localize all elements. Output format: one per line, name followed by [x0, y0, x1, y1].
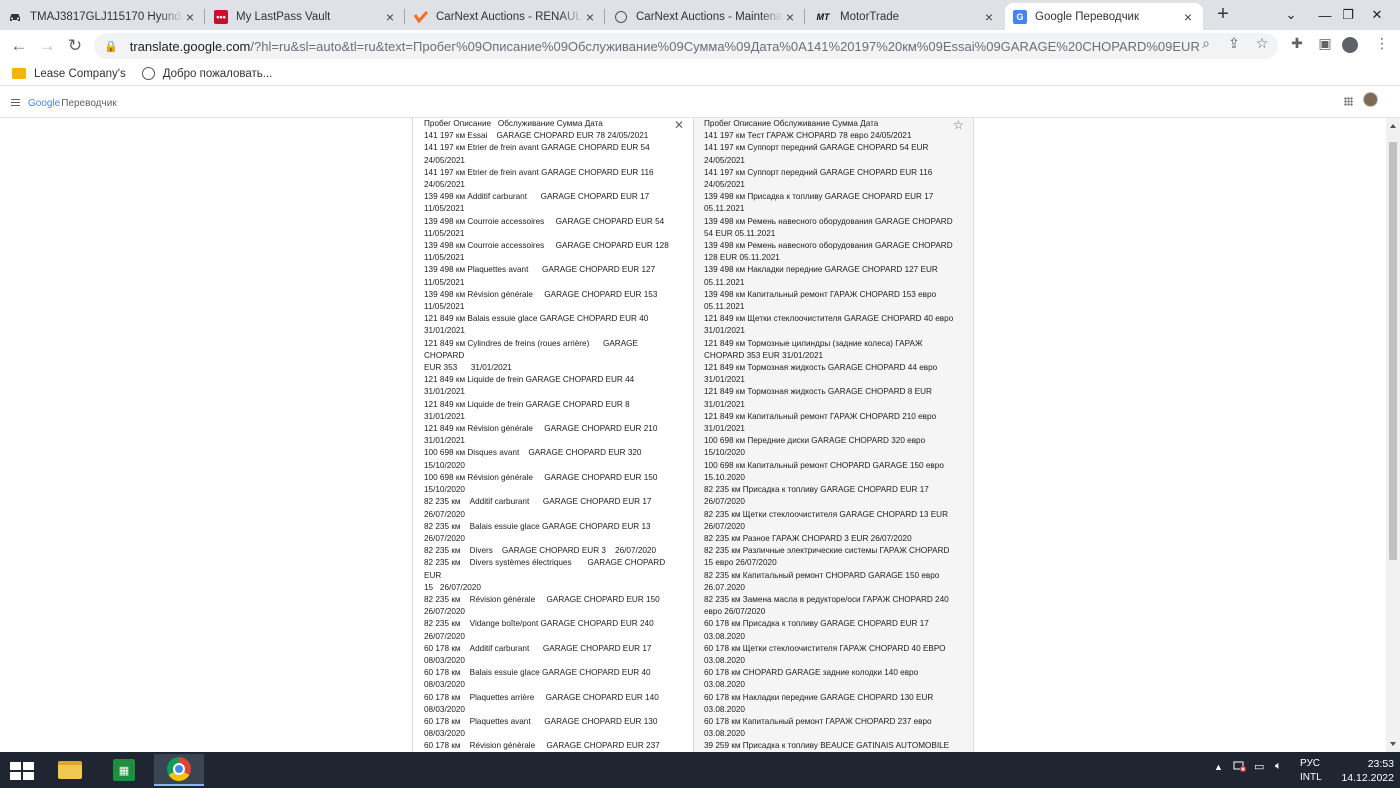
tab-hyundai[interactable]: TMAJ3817GLJ115170 Hyundai Tucson × [0, 3, 205, 30]
menu-kebab-icon[interactable]: ⋮ [1372, 35, 1392, 52]
tab-title: TMAJ3817GLJ115170 Hyundai Tucson [30, 10, 183, 23]
scroll-up-arrow-icon[interactable] [1390, 124, 1396, 128]
extensions-icon[interactable]: ✚ [1287, 35, 1307, 52]
taskbar-chrome[interactable] [154, 754, 204, 786]
translate-header: GoogleПереводчик [0, 86, 1400, 118]
source-panel[interactable]: Пробег Описание Обслуживание Сумма Дата … [412, 118, 694, 752]
url-text[interactable]: translate.google.com/?hl=ru&sl=auto&tl=r… [130, 39, 1200, 54]
close-tab-icon[interactable]: × [982, 9, 996, 25]
tab-strip: TMAJ3817GLJ115170 Hyundai Tucson × ••• M… [0, 0, 1400, 30]
tab-lastpass[interactable]: ••• My LastPass Vault × [206, 3, 405, 30]
save-translation-star-icon[interactable]: ☆ [953, 118, 964, 132]
product-name: Переводчик [61, 98, 117, 109]
lock-icon[interactable]: 🔒 [104, 40, 118, 53]
globe-icon [614, 10, 628, 24]
lastpass-icon: ••• [214, 9, 228, 24]
bookmark-lease-company[interactable]: Lease Company's [12, 68, 126, 80]
globe-icon [141, 67, 155, 80]
close-tab-icon[interactable]: × [1181, 9, 1195, 25]
tab-carnext-maintenance[interactable]: CarNext Auctions - Maintenance × [606, 3, 805, 30]
network-warning-icon[interactable] [1233, 760, 1247, 775]
scrollbar-thumb[interactable] [1389, 142, 1397, 560]
tab-title: Google Переводчик [1035, 10, 1140, 23]
google-wordmark: Google [28, 98, 61, 109]
new-tab-button[interactable]: + [1212, 3, 1234, 26]
clear-source-icon[interactable]: ✕ [674, 118, 684, 132]
close-window-button[interactable]: ✕ [1354, 0, 1400, 30]
tab-carnext-renault[interactable]: CarNext Auctions - RENAULT GRAND × [406, 3, 605, 30]
close-tab-icon[interactable]: × [383, 9, 397, 25]
source-textarea[interactable]: Пробег Описание Обслуживание Сумма Дата … [424, 118, 674, 752]
close-tab-icon[interactable]: × [583, 9, 597, 25]
tab-google-translate[interactable]: G Google Переводчик × [1005, 3, 1203, 30]
translated-text: Пробег Описание Обслуживание Сумма Дата … [704, 119, 954, 751]
address-bar[interactable]: 🔒 translate.google.com/?hl=ru&sl=auto&tl… [94, 33, 1278, 59]
tab-title: MotorTrade [840, 10, 900, 23]
windows-taskbar: ▦ [0, 752, 1400, 788]
tab-title: My LastPass Vault [236, 10, 331, 23]
profile-avatar[interactable] [1342, 37, 1362, 53]
google-translate-icon: G [1013, 9, 1027, 24]
carnext-icon [414, 10, 428, 24]
system-clock[interactable]: 23:53 14.12.2022 [1338, 757, 1394, 785]
tab-motortrade[interactable]: MT MotorTrade × [806, 3, 1004, 30]
bookmark-welcome[interactable]: Добро пожаловать... [141, 67, 272, 80]
page-scrollbar[interactable] [1386, 118, 1400, 752]
reload-button[interactable]: ↻ [62, 34, 88, 58]
translate-content: Пробег Описание Обслуживание Сумма Дата … [0, 118, 1386, 752]
account-avatar[interactable] [1363, 92, 1378, 107]
store-icon: ▦ [113, 759, 135, 781]
tab-title: CarNext Auctions - RENAULT GRAND [436, 10, 583, 23]
input-language-indicator[interactable]: РУС INTL [1300, 757, 1322, 785]
display-icon[interactable]: ▭ [1254, 760, 1264, 773]
close-tab-icon[interactable]: × [183, 9, 197, 25]
windows-start-icon[interactable] [10, 762, 34, 780]
back-button[interactable]: ← [6, 34, 32, 58]
zoom-icon[interactable]: ⌕ [1196, 35, 1216, 52]
hamburger-menu-icon[interactable] [11, 99, 20, 106]
forward-button[interactable]: → [34, 34, 60, 58]
bookmark-star-icon[interactable]: ☆ [1252, 35, 1272, 52]
side-panel-icon[interactable]: ▣ [1315, 35, 1335, 52]
close-tab-icon[interactable]: × [783, 9, 797, 25]
file-explorer-icon [58, 761, 82, 779]
target-panel: Пробег Описание Обслуживание Сумма Дата … [694, 118, 974, 752]
share-icon[interactable]: ⇪ [1224, 35, 1244, 52]
chrome-icon [167, 757, 191, 781]
google-apps-icon[interactable] [1344, 97, 1353, 106]
tab-title: CarNext Auctions - Maintenance [636, 10, 783, 23]
taskbar-file-explorer[interactable] [46, 754, 94, 786]
google-translate-logo[interactable]: GoogleПереводчик [28, 98, 117, 109]
tray-overflow-chevron-icon[interactable]: ▲ [1214, 762, 1223, 772]
scroll-down-arrow-icon[interactable] [1390, 742, 1396, 746]
volume-icon[interactable]: 🔈︎ [1275, 760, 1282, 773]
car-icon [8, 10, 22, 24]
taskbar-store[interactable]: ▦ [100, 754, 148, 786]
folder-icon [12, 68, 26, 79]
motortrade-icon: MT [816, 11, 830, 22]
bookmarks-bar: Lease Company's Добро пожаловать... [0, 62, 1400, 86]
